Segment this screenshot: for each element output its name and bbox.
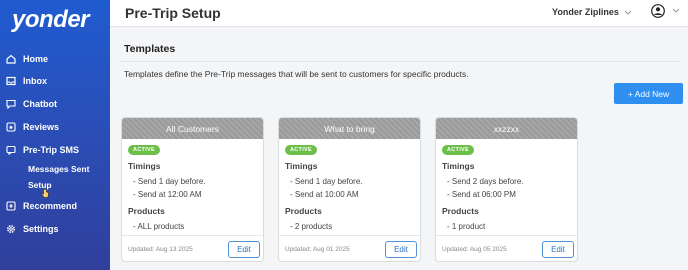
products-label: Products [442,206,479,216]
sidebar: yonder Home Inbox Chatbot Reviews Pre-Tr… [0,0,110,270]
section-title: Templates [124,43,176,55]
sidebar-item-reviews[interactable]: Reviews [6,118,59,136]
timing-line: - Send 1 day before. [290,177,363,186]
template-card: All Customers ACTIVE Timings - Send 1 da… [121,117,264,262]
timing-line: - Send at 06:00 PM [447,190,516,199]
sidebar-item-pre-trip-sms[interactable]: Pre-Trip SMS [6,141,79,159]
timing-line: - Send at 10:00 AM [290,190,359,199]
products-label: Products [128,206,165,216]
product-line: - 1 product [447,222,486,231]
chevron-down-icon[interactable] [672,8,680,13]
chat-icon [6,99,16,109]
settings-icon [6,224,16,234]
chevron-down-icon [624,10,632,15]
top-bar: Pre-Trip Setup Yonder Ziplines [110,0,688,27]
reviews-icon [6,122,16,132]
company-name: Yonder Ziplines [552,7,619,17]
section-description: Templates define the Pre-Trip messages t… [124,69,469,79]
timings-label: Timings [128,161,161,171]
edit-button[interactable]: Edit [228,241,260,258]
home-icon [6,54,16,64]
card-divider [122,235,263,236]
timings-label: Timings [285,161,318,171]
brand-logo[interactable]: yonder [12,6,90,34]
updated-date: Updated: Aug 01 2025 [285,246,350,253]
products-label: Products [285,206,322,216]
template-card: xxzzxx ACTIVE Timings - Send 2 days befo… [435,117,578,262]
card-title: What to bring [279,118,420,139]
template-card: What to bring ACTIVE Timings - Send 1 da… [278,117,421,262]
sidebar-item-label: Reviews [23,122,60,132]
card-divider [436,235,577,236]
inbox-icon [6,76,16,86]
card-title: xxzzxx [436,118,577,139]
timing-line: - Send 2 days before. [447,177,524,186]
edit-button[interactable]: Edit [385,241,417,258]
status-badge: ACTIVE [128,145,160,155]
updated-date: Updated: Aug 05 2025 [442,246,507,253]
edit-button[interactable]: Edit [542,241,574,258]
sms-icon [6,145,16,155]
card-title: All Customers [122,118,263,139]
sidebar-item-label: Settings [23,224,59,234]
sidebar-item-settings[interactable]: Settings [6,220,59,238]
sidebar-item-label: Recommend [23,201,78,211]
product-line: - ALL products [133,222,185,231]
timings-label: Timings [442,161,475,171]
sidebar-item-home[interactable]: Home [6,50,48,68]
timing-line: - Send 1 day before. [133,177,206,186]
updated-date: Updated: Aug 13 2025 [128,246,193,253]
status-badge: ACTIVE [442,145,474,155]
add-new-button[interactable]: + Add New [614,83,683,104]
sidebar-item-label: Pre-Trip SMS [23,145,80,155]
status-badge: ACTIVE [285,145,317,155]
sidebar-item-label: Inbox [23,76,47,86]
product-line: - 2 products [290,222,333,231]
page-title: Pre-Trip Setup [125,5,221,21]
divider [120,61,680,62]
sidebar-item-label: Chatbot [23,99,57,109]
sidebar-item-recommend[interactable]: Recommend [6,197,77,215]
timing-line: - Send at 12:00 AM [133,190,202,199]
company-selector[interactable]: Yonder Ziplines [552,7,632,17]
card-divider [279,235,420,236]
recommend-icon [6,201,16,211]
sidebar-subitem-messages-sent[interactable]: Messages Sent [28,164,89,174]
user-avatar-icon[interactable] [651,4,665,18]
sidebar-item-chatbot[interactable]: Chatbot [6,95,57,113]
sidebar-item-inbox[interactable]: Inbox [6,72,47,90]
sidebar-item-label: Home [23,54,49,64]
